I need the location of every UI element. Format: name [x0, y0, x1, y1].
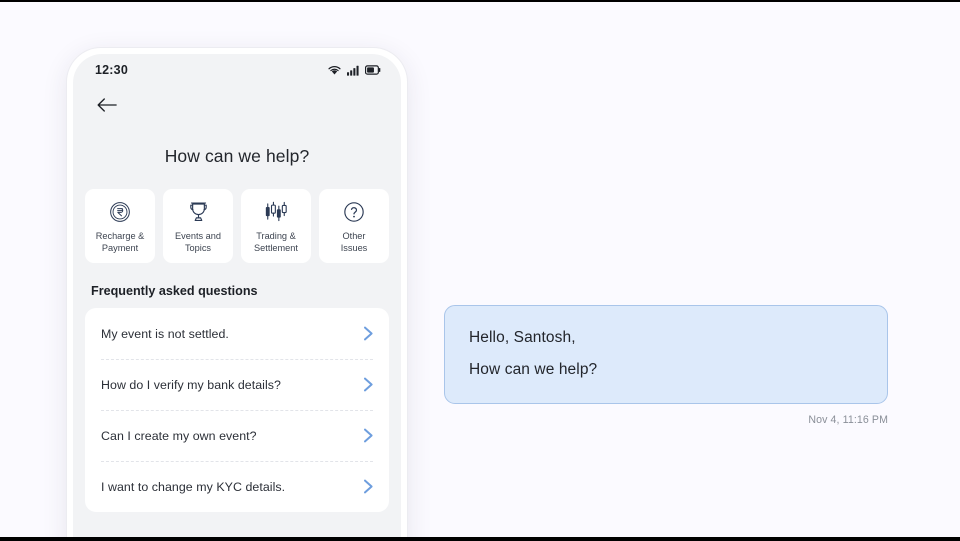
faq-question-text: I want to change my KYC details. [101, 479, 286, 494]
bottom-edge-bar [0, 537, 960, 541]
chat-message-line-1: Hello, Santosh, [469, 329, 576, 346]
chat-message-block: Hello, Santosh, How can we help? Nov 4, … [444, 305, 888, 426]
category-label: Other Issues [340, 231, 368, 253]
faq-list-item[interactable]: Can I create my own event? [85, 410, 389, 461]
page-title: How can we help? [164, 146, 310, 166]
category-label: Events and Topics [175, 231, 221, 253]
chevron-right-icon [363, 428, 374, 443]
faq-question-text: Can I create my own event? [101, 428, 257, 443]
chevron-right-icon [363, 479, 374, 494]
candlestick-icon [264, 199, 288, 225]
faq-question-text: How do I verify my bank details? [101, 377, 281, 392]
chevron-right-icon [363, 377, 374, 392]
back-arrow-icon [97, 97, 117, 118]
chat-message-line-2: How can we help? [469, 361, 598, 378]
category-card-events-topics[interactable]: Events and Topics [163, 189, 233, 263]
wifi-icon [328, 65, 341, 76]
status-bar-time: 12:30 [95, 63, 128, 77]
category-card-row: Recharge & Payment Events and Topics Tra… [73, 189, 401, 263]
chevron-right-icon [363, 326, 374, 341]
question-mark-icon [343, 199, 365, 225]
category-card-trading-settlement[interactable]: Trading & Settlement [241, 189, 311, 263]
category-card-recharge-payment[interactable]: Recharge & Payment [85, 189, 155, 263]
status-bar-icons [328, 65, 381, 76]
faq-section-heading: Frequently asked questions [91, 284, 258, 298]
chat-bubble-incoming: Hello, Santosh, How can we help? [444, 305, 888, 404]
rupee-coin-icon [109, 199, 131, 225]
battery-icon [365, 65, 381, 75]
faq-question-text: My event is not settled. [101, 326, 229, 341]
page-canvas: 12:30 How can we help? Recharge & Paymen… [0, 2, 960, 537]
phone-screen: 12:30 How can we help? Recharge & Paymen… [73, 54, 401, 537]
cellular-signal-icon [347, 65, 359, 76]
phone-mockup: 12:30 How can we help? Recharge & Paymen… [67, 48, 407, 537]
category-label: Recharge & Payment [95, 231, 145, 253]
trophy-icon [188, 199, 209, 225]
back-button[interactable] [94, 94, 120, 120]
category-card-other-issues[interactable]: Other Issues [319, 189, 389, 263]
faq-list-item[interactable]: My event is not settled. [85, 308, 389, 359]
chat-timestamp: Nov 4, 11:16 PM [808, 414, 888, 426]
category-label: Trading & Settlement [254, 231, 298, 253]
navigation-row [73, 86, 401, 128]
faq-list: My event is not settled. How do I verify… [85, 308, 389, 512]
status-bar: 12:30 [73, 54, 401, 86]
faq-list-item[interactable]: How do I verify my bank details? [85, 359, 389, 410]
faq-list-item[interactable]: I want to change my KYC details. [85, 461, 389, 512]
